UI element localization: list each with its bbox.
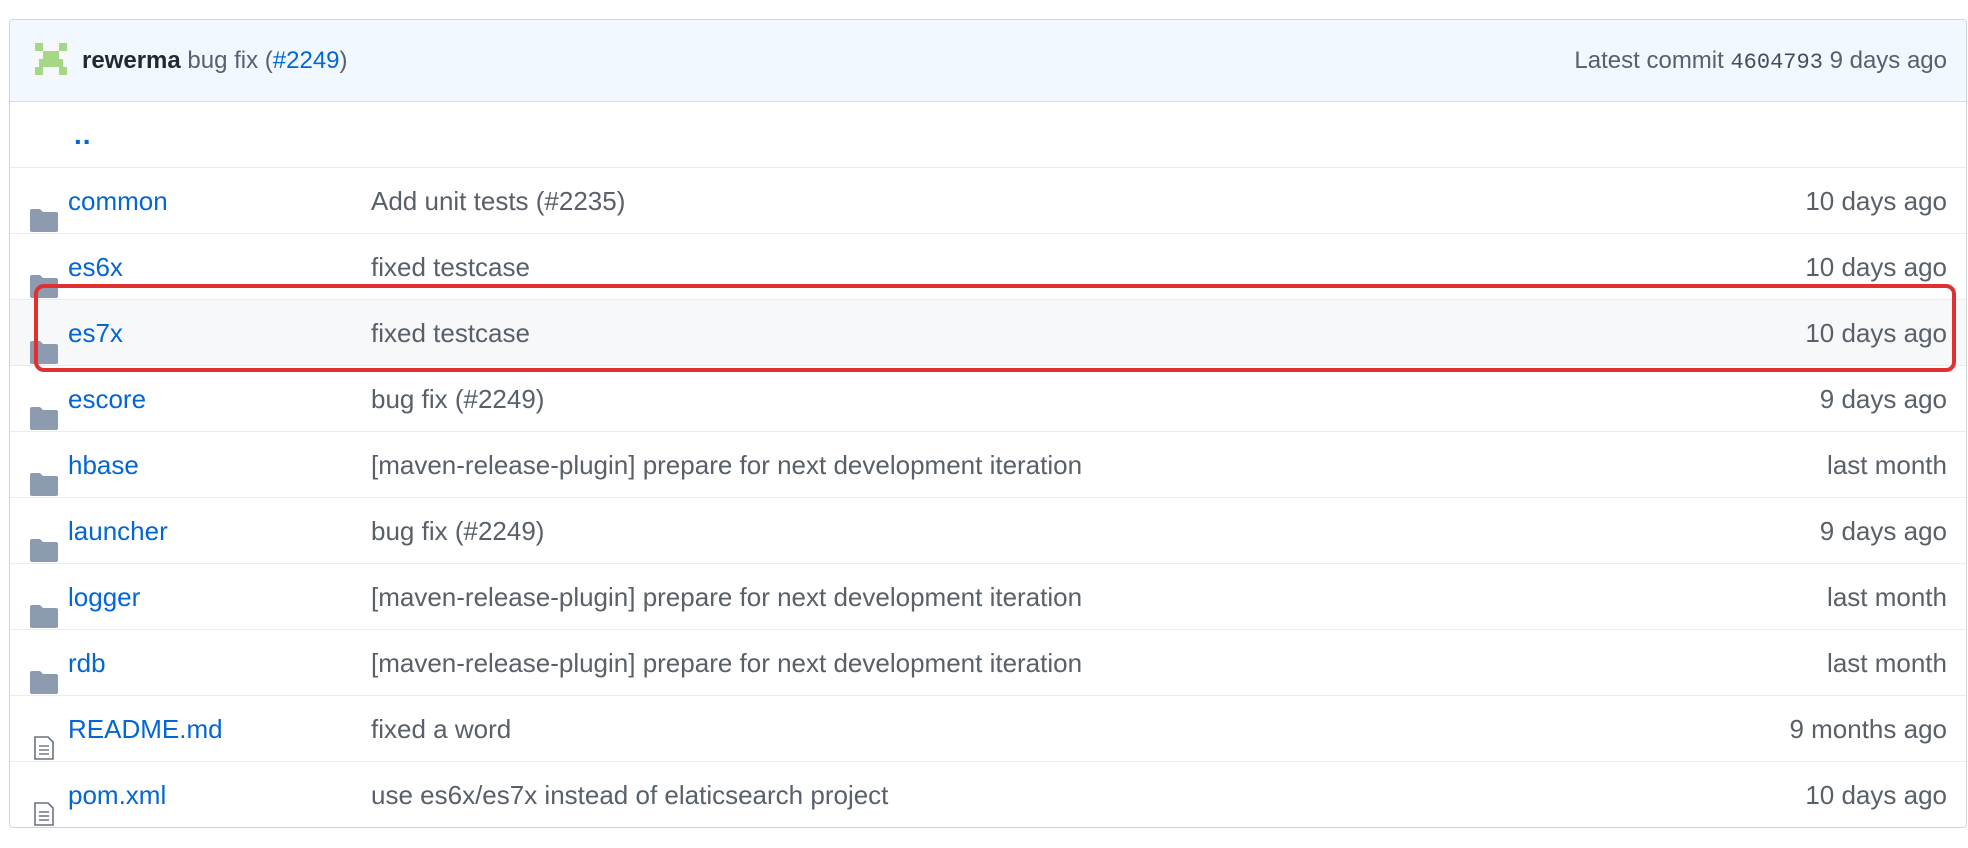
commit-age: 9 days ago	[1819, 516, 1947, 546]
file-name-link[interactable]: es6x	[68, 234, 123, 300]
commit-message-link[interactable]: use es6x/es7x instead of elaticsearch pr…	[371, 762, 888, 827]
file-row: common Add unit tests (#2235) 10 days ago	[10, 168, 1966, 234]
commit-author[interactable]: rewerma	[82, 47, 181, 74]
file-icon	[30, 784, 58, 826]
commit-age: last month	[1827, 582, 1947, 612]
file-name-link[interactable]: logger	[68, 564, 140, 630]
file-name-link[interactable]: hbase	[68, 432, 139, 498]
commit-message-link[interactable]: Add unit tests (#2235)	[371, 168, 625, 234]
file-row: escore bug fix (#2249) 9 days ago	[10, 366, 1966, 432]
folder-icon-graphic	[30, 209, 58, 232]
file-name-link[interactable]: README.md	[68, 696, 223, 762]
commit-message[interactable]: bug fix (#2249)	[187, 47, 347, 74]
file-icon	[30, 718, 58, 760]
folder-icon-graphic	[30, 341, 58, 364]
commit-message-link[interactable]: [maven-release-plugin] prepare for next …	[371, 630, 1082, 696]
folder-icon-graphic	[30, 407, 58, 430]
file-row: pom.xml use es6x/es7x instead of elaticse…	[10, 762, 1966, 827]
file-row: es6x fixed testcase 10 days ago	[10, 234, 1966, 300]
commit-age: 9 months ago	[1789, 714, 1947, 744]
commit-age: last month	[1827, 648, 1947, 678]
folder-icon	[30, 190, 58, 232]
commit-message-link[interactable]: bug fix (#2249)	[371, 498, 544, 564]
folder-icon-graphic	[30, 671, 58, 694]
parent-directory-link[interactable]: ..	[74, 102, 92, 168]
file-list: rewerma bug fix (#2249) Latest commit 46…	[9, 19, 1967, 828]
latest-commit-label: Latest commit	[1574, 47, 1724, 74]
folder-icon	[30, 256, 58, 298]
commit-pr-link[interactable]: #2249	[273, 47, 340, 74]
file-row: launcher bug fix (#2249) 9 days ago	[10, 498, 1966, 564]
file-name-link[interactable]: es7x	[68, 300, 123, 366]
folder-icon	[30, 322, 58, 364]
folder-icon	[30, 652, 58, 694]
folder-icon-graphic	[30, 539, 58, 562]
avatar[interactable]	[33, 41, 69, 77]
commit-summary: rewerma bug fix (#2249)	[82, 20, 348, 102]
folder-icon-graphic	[30, 605, 58, 628]
commit-age: 9 days ago	[1819, 384, 1947, 414]
folder-icon-graphic	[30, 473, 58, 496]
file-name-link[interactable]: escore	[68, 366, 146, 432]
parent-directory-row: ..	[10, 102, 1966, 168]
folder-icon	[30, 586, 58, 628]
file-icon-graphic	[34, 802, 54, 826]
commit-message-suffix: )	[339, 47, 348, 74]
folder-icon	[30, 454, 58, 496]
commit-message-link[interactable]: bug fix (#2249)	[371, 366, 544, 432]
file-row: README.md fixed a word 9 months ago	[10, 696, 1966, 762]
file-name-link[interactable]: common	[68, 168, 168, 234]
latest-commit-bar: rewerma bug fix (#2249) Latest commit 46…	[10, 20, 1966, 102]
commit-sha[interactable]: 4604793	[1730, 50, 1822, 75]
commit-message-link[interactable]: fixed a word	[371, 696, 511, 762]
file-name-link[interactable]: launcher	[68, 498, 168, 564]
commit-age: 10 days ago	[1805, 780, 1947, 810]
commit-age: 9 days ago	[1829, 47, 1947, 74]
folder-icon	[30, 388, 58, 430]
commit-message-link[interactable]: [maven-release-plugin] prepare for next …	[371, 432, 1082, 498]
commit-age: 10 days ago	[1805, 252, 1947, 282]
commit-message-link[interactable]: [maven-release-plugin] prepare for next …	[371, 564, 1082, 630]
file-row: es7x fixed testcase 10 days ago	[10, 300, 1966, 366]
file-icon-graphic	[34, 736, 54, 760]
file-row: logger [maven-release-plugin] prepare for…	[10, 564, 1966, 630]
file-row: hbase [maven-release-plugin] prepare for …	[10, 432, 1966, 498]
folder-icon-graphic	[30, 275, 58, 298]
file-name-link[interactable]: pom.xml	[68, 762, 166, 827]
commit-message-prefix: bug fix (	[187, 47, 273, 74]
folder-icon	[30, 520, 58, 562]
commit-meta: Latest commit 4604793 9 days ago	[1574, 20, 1947, 102]
commit-age: last month	[1827, 450, 1947, 480]
commit-age: 10 days ago	[1805, 186, 1947, 216]
file-row: rdb [maven-release-plugin] prepare for ne…	[10, 630, 1966, 696]
commit-age: 10 days ago	[1805, 318, 1947, 348]
commit-message-link[interactable]: fixed testcase	[371, 300, 530, 366]
commit-message-link[interactable]: fixed testcase	[371, 234, 530, 300]
file-name-link[interactable]: rdb	[68, 630, 106, 696]
